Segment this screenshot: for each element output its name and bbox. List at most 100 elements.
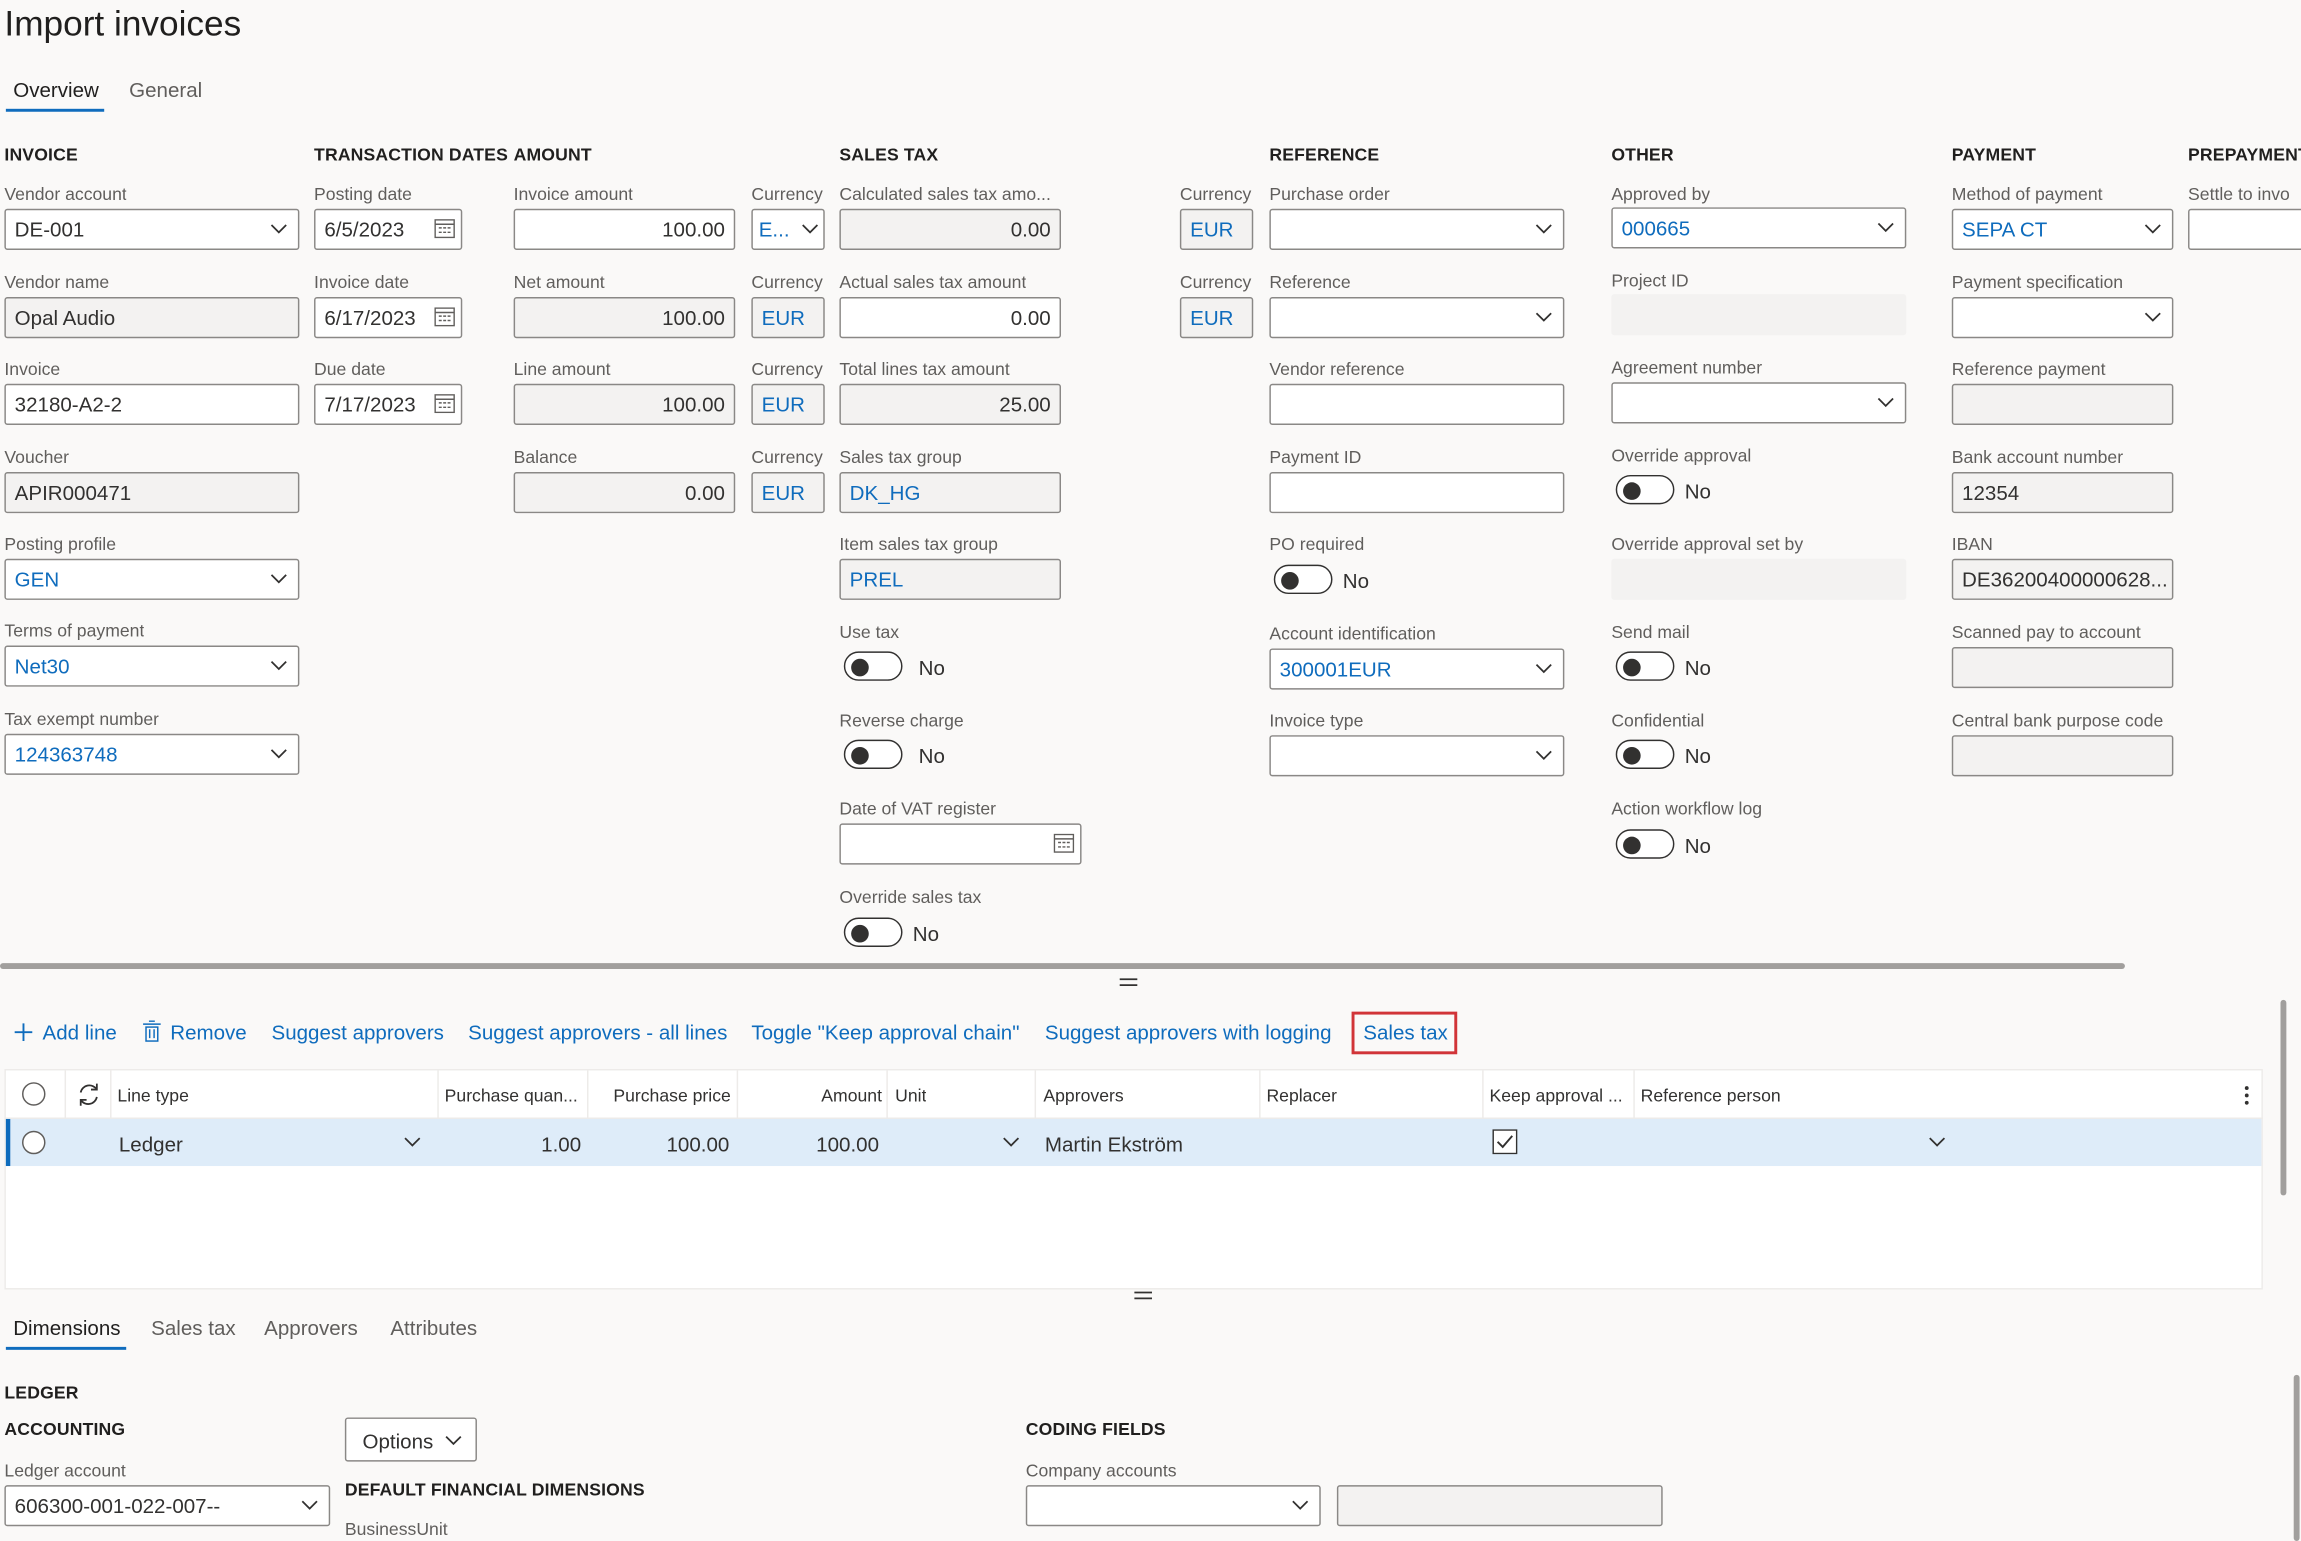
payment-specification-field[interactable] [1951, 297, 2174, 339]
chevron-down-icon[interactable] [269, 647, 290, 685]
chevron-down-icon[interactable] [269, 735, 290, 773]
tab-overview[interactable]: Overview [13, 78, 99, 102]
options-button[interactable]: Options [344, 1417, 477, 1462]
refresh-icon[interactable] [76, 1082, 101, 1107]
tab-general[interactable]: General [129, 78, 202, 102]
action-workflow-log-toggle[interactable] [1615, 829, 1675, 859]
action-workflow-log-label: Action workflow log [1611, 798, 1763, 820]
account-identification-field[interactable]: 300001EUR [1269, 648, 1565, 690]
col-line-type[interactable]: Line type [117, 1085, 188, 1106]
calendar-icon[interactable] [1053, 833, 1075, 853]
chevron-down-icon[interactable] [1875, 209, 1896, 247]
amount-cell[interactable]: 100.00 [738, 1132, 879, 1156]
trash-icon[interactable] [142, 1020, 161, 1042]
col-approvers[interactable]: Approvers [1043, 1085, 1123, 1106]
purchase-price-cell[interactable]: 100.00 [588, 1132, 729, 1156]
col-replacer[interactable]: Replacer [1266, 1085, 1336, 1106]
settle-to-invoice-field[interactable] [2188, 208, 2301, 250]
vendor-account-field[interactable]: DE-001 [4, 208, 300, 250]
chevron-down-icon[interactable] [1534, 737, 1555, 775]
col-unit[interactable]: Unit [895, 1085, 926, 1106]
ledger-account-field[interactable]: 606300-001-022-007-- [4, 1485, 331, 1527]
tab-dimensions[interactable]: Dimensions [13, 1316, 120, 1340]
payment-id-field[interactable] [1269, 471, 1565, 514]
posting-profile-field[interactable]: GEN [4, 558, 300, 600]
method-of-payment-field[interactable]: SEPA CT [1951, 208, 2174, 250]
invoice-type-field[interactable] [1269, 735, 1565, 777]
splitter-grip-icon[interactable] [1118, 976, 1139, 988]
chevron-down-icon[interactable] [1001, 1132, 1022, 1153]
approved-by-field[interactable]: 000665 [1611, 207, 1907, 249]
invoice-field[interactable]: 32180-A2-2 [4, 383, 300, 425]
confidential-toggle[interactable] [1615, 739, 1675, 770]
tab-approvers[interactable]: Approvers [264, 1316, 358, 1340]
calendar-icon[interactable] [434, 219, 455, 239]
chevron-down-icon[interactable] [1875, 384, 1896, 422]
chevron-down-icon[interactable] [402, 1132, 423, 1153]
sales-tax-button[interactable]: Sales tax [1363, 1020, 1448, 1044]
reference-person-cell[interactable] [1635, 1120, 1958, 1164]
chevron-down-icon[interactable] [299, 1487, 320, 1525]
company-accounts-field[interactable] [1025, 1485, 1321, 1527]
chevron-down-icon[interactable] [2143, 298, 2164, 336]
chevron-down-icon[interactable] [1534, 298, 1555, 336]
line-type-cell[interactable]: Ledger [112, 1120, 438, 1164]
vertical-scrollbar[interactable] [2280, 999, 2287, 1196]
col-reference-person[interactable]: Reference person [1641, 1085, 1781, 1106]
chevron-down-icon[interactable] [2143, 210, 2164, 248]
keep-approval-checkbox[interactable] [1492, 1129, 1518, 1155]
unit-cell[interactable] [888, 1120, 1035, 1164]
suggest-approvers-with-logging-button[interactable]: Suggest approvers with logging [1045, 1020, 1332, 1044]
row-select-radio[interactable] [22, 1130, 46, 1155]
vendor-reference-field[interactable] [1269, 383, 1565, 425]
toggle-keep-approval-chain-button[interactable]: Toggle "Keep approval chain" [751, 1020, 1019, 1044]
splitter-grip-icon[interactable] [1133, 1290, 1154, 1302]
approvers-cell[interactable]: Martin Ekström [1045, 1132, 1183, 1156]
col-purchase-quantity[interactable]: Purchase quan... [445, 1085, 583, 1106]
chevron-down-icon[interactable] [1927, 1132, 1948, 1153]
purchase-order-field[interactable] [1269, 208, 1565, 250]
chevron-down-icon[interactable] [800, 210, 821, 248]
due-date-field[interactable]: 7/17/2023 [314, 383, 463, 425]
invoice-amount-field[interactable]: 100.00 [513, 208, 736, 250]
actual-tax-field[interactable]: 0.00 [839, 297, 1062, 339]
select-all-radio[interactable] [22, 1082, 46, 1106]
add-icon[interactable] [13, 1022, 34, 1043]
table-row[interactable]: Ledger 1.00 100.00 100.00 Martin Ekström [5, 1118, 2262, 1167]
tab-sales-tax[interactable]: Sales tax [151, 1316, 236, 1340]
agreement-number-field[interactable] [1611, 382, 1907, 424]
send-mail-toggle[interactable] [1615, 651, 1675, 681]
po-required-toggle[interactable] [1273, 564, 1333, 595]
chevron-down-icon[interactable] [1534, 650, 1555, 688]
chevron-down-icon[interactable] [1534, 210, 1555, 248]
invoice-amount-currency-field[interactable]: E... [751, 208, 825, 250]
col-amount[interactable]: Amount [745, 1085, 882, 1106]
more-options-icon[interactable] [2242, 1084, 2251, 1108]
chevron-down-icon[interactable] [1290, 1487, 1311, 1525]
chevron-down-icon[interactable] [269, 210, 290, 248]
chevron-down-icon[interactable] [269, 560, 290, 598]
reverse-charge-toggle[interactable] [843, 739, 903, 770]
terms-of-payment-field[interactable]: Net30 [4, 645, 300, 687]
override-sales-tax-toggle[interactable] [843, 917, 903, 947]
col-keep-approval[interactable]: Keep approval ... [1490, 1085, 1629, 1106]
invoice-date-field[interactable]: 6/17/2023 [314, 297, 463, 339]
tax-exempt-field[interactable]: 124363748 [4, 733, 300, 775]
remove-button[interactable]: Remove [170, 1020, 247, 1044]
vat-register-date-field[interactable] [839, 823, 1082, 865]
add-line-button[interactable]: Add line [43, 1020, 117, 1044]
purchase-quantity-cell[interactable]: 1.00 [439, 1132, 581, 1156]
use-tax-toggle[interactable] [843, 651, 903, 681]
posting-date-field[interactable]: 6/5/2023 [314, 208, 463, 250]
vertical-scrollbar[interactable] [2293, 1374, 2300, 1541]
override-approval-toggle[interactable] [1615, 474, 1675, 505]
col-purchase-price[interactable]: Purchase price [594, 1085, 730, 1106]
horizontal-scrollbar[interactable] [0, 963, 2125, 969]
reference-field[interactable] [1269, 297, 1565, 339]
tab-attributes[interactable]: Attributes [390, 1316, 477, 1340]
calendar-icon[interactable] [434, 394, 455, 414]
tab-overview-underline [5, 108, 105, 112]
suggest-approvers-button[interactable]: Suggest approvers [271, 1020, 443, 1044]
suggest-approvers-all-lines-button[interactable]: Suggest approvers - all lines [468, 1020, 727, 1044]
calendar-icon[interactable] [434, 307, 455, 327]
